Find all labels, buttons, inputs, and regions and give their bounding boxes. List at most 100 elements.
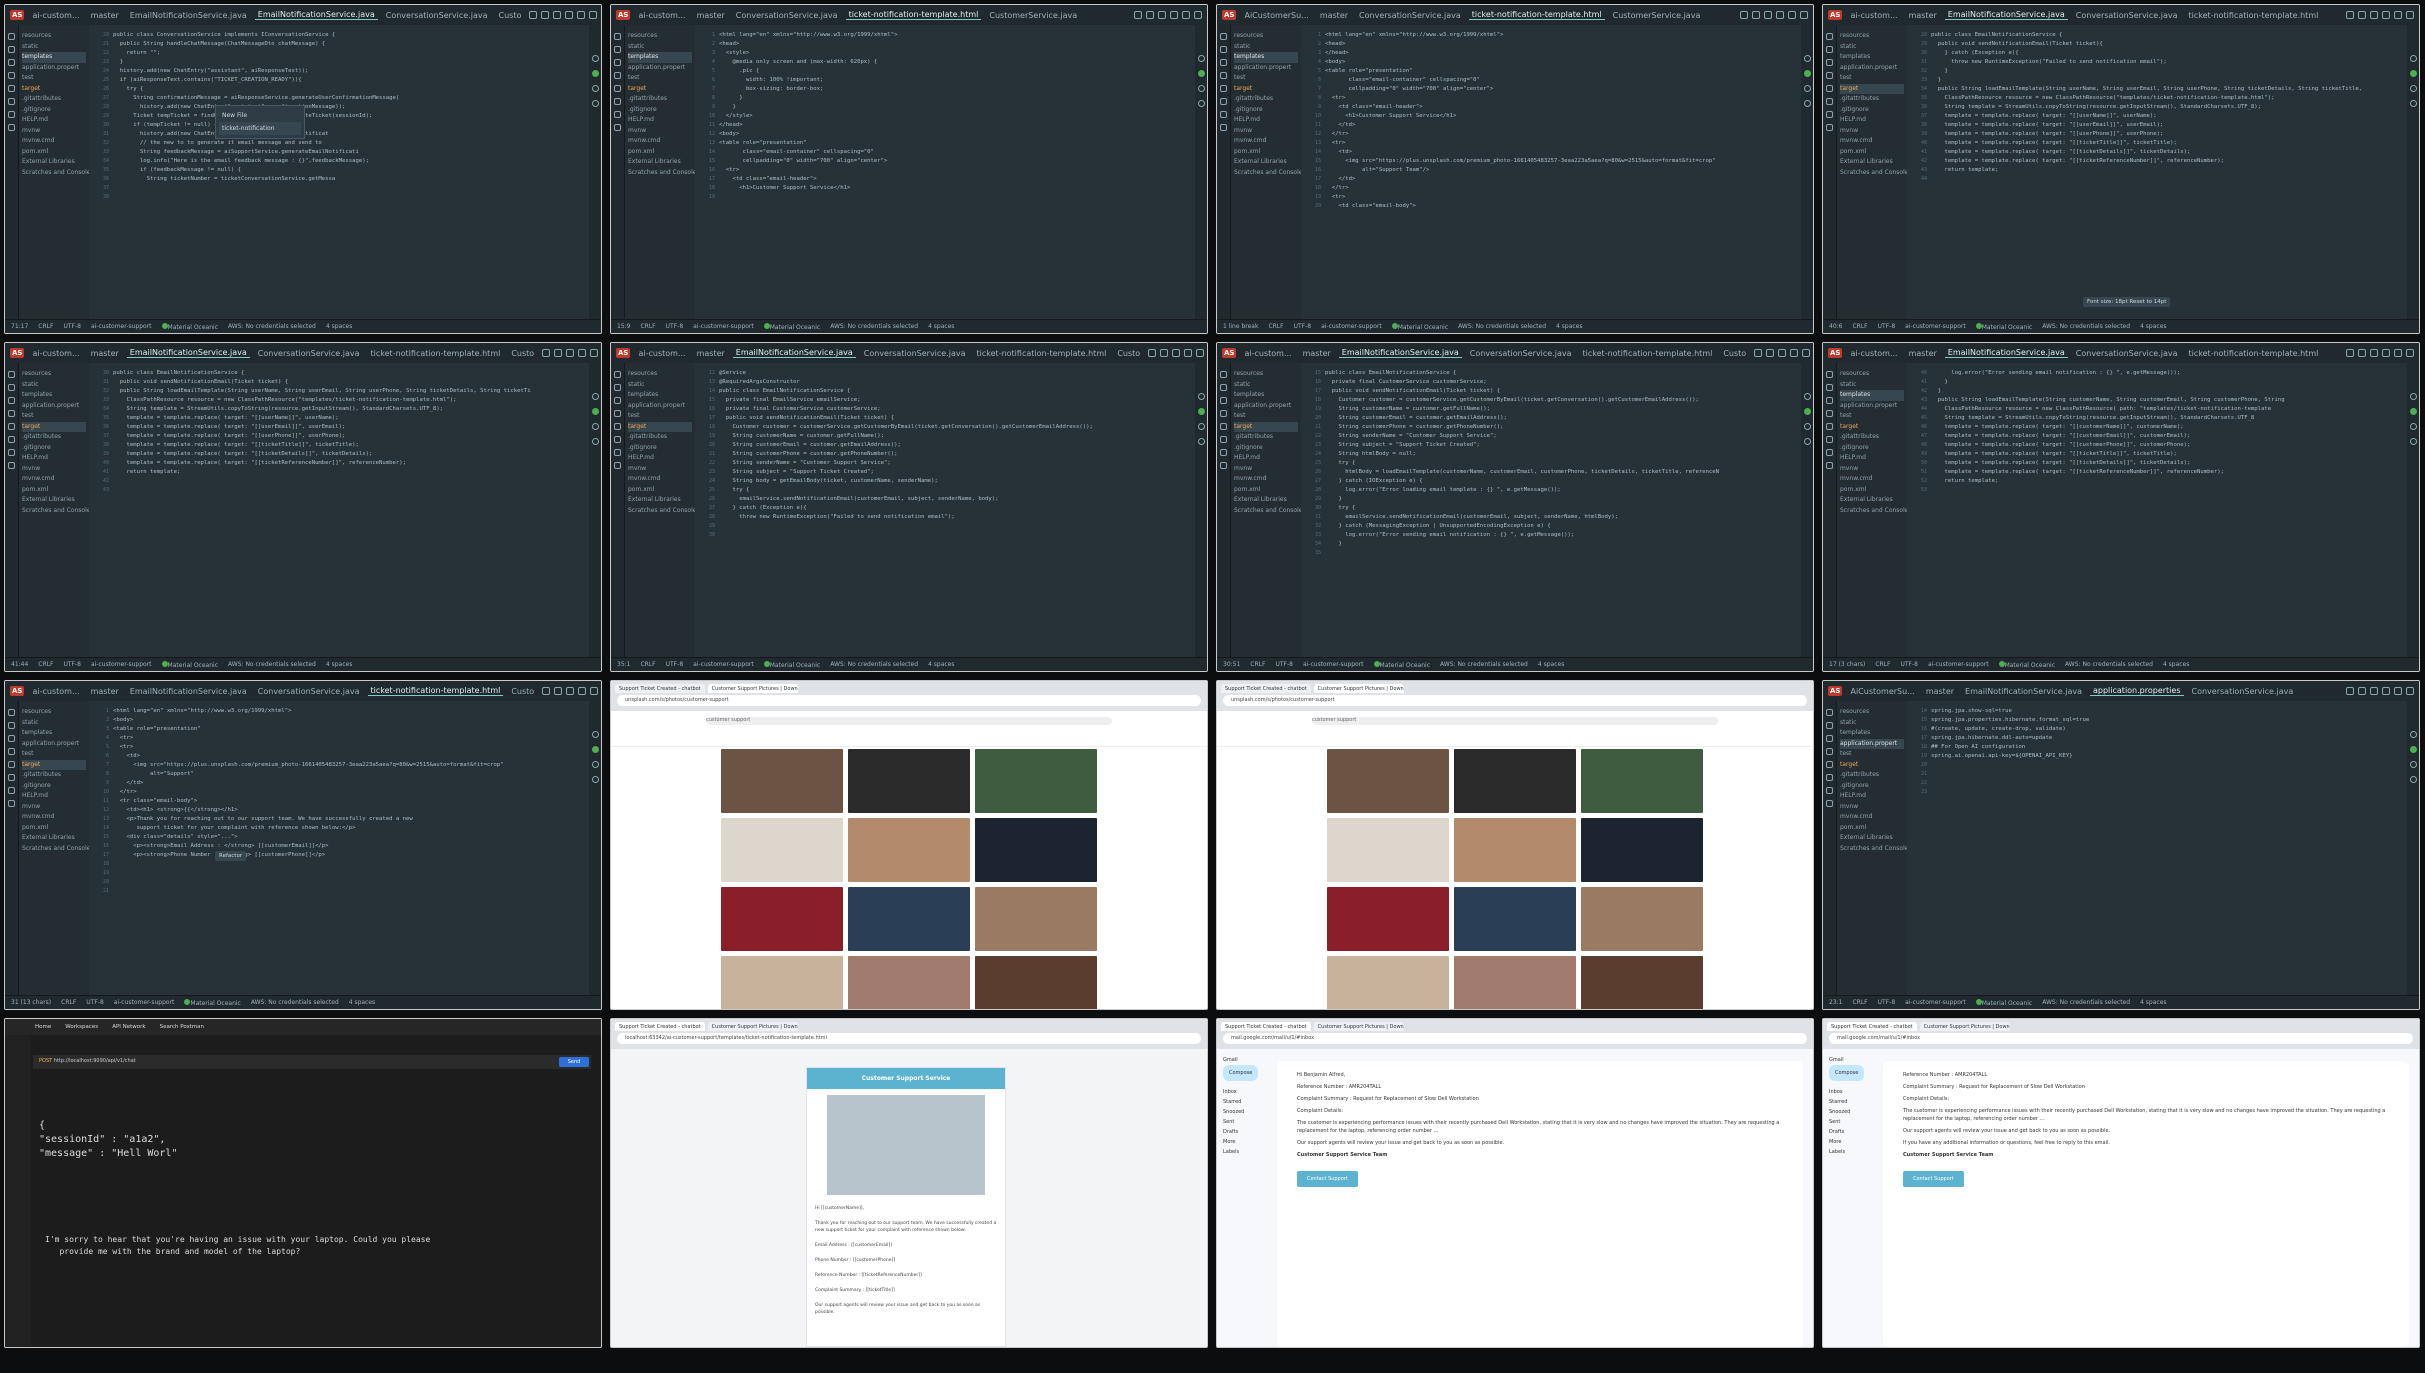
settings-icon[interactable]	[2382, 349, 2390, 357]
tree-item[interactable]: test	[22, 749, 86, 760]
gradle-icon[interactable]	[591, 100, 599, 107]
tree-item[interactable]: resources	[1840, 31, 1904, 42]
run-icon[interactable]	[2346, 349, 2354, 357]
tree-item[interactable]: resources	[1840, 369, 1904, 380]
tree-item[interactable]: templates	[22, 728, 86, 739]
file-encoding[interactable]: UTF-8	[1275, 661, 1293, 668]
structure-icon[interactable]	[1826, 397, 1833, 404]
notifications-icon[interactable]	[1197, 55, 1205, 62]
tree-item[interactable]: .gitignore	[628, 105, 692, 116]
tree-item[interactable]: HELP.md	[1840, 115, 1904, 126]
commit-icon[interactable]	[8, 384, 15, 391]
indent-setting[interactable]: 4 spaces	[1556, 323, 1582, 330]
nav-item[interactable]: Inbox	[1829, 1087, 1877, 1097]
debug-icon[interactable]	[554, 349, 563, 357]
tree-item[interactable]: resources	[1234, 31, 1298, 42]
send-button[interactable]: Send	[559, 1057, 589, 1067]
minimize-icon[interactable]	[2394, 687, 2402, 695]
cursor-position[interactable]: 17 (3 chars)	[1829, 661, 1865, 668]
project-name[interactable]: AiCustomerSu...	[1241, 11, 1311, 20]
project-name[interactable]: AiCustomerSu...	[1847, 687, 1917, 696]
tree-item[interactable]: resources	[628, 369, 692, 380]
contact-support-button[interactable]: Contact Support	[1297, 1171, 1358, 1187]
file-encoding[interactable]: UTF-8	[1900, 661, 1918, 668]
minimize-icon[interactable]	[2394, 11, 2402, 19]
tree-item[interactable]: .gitignore	[1840, 443, 1904, 454]
project-icon[interactable]	[614, 33, 621, 40]
tree-item[interactable]: mvnw.cmd	[1840, 136, 1904, 147]
nav-item[interactable]: Snoozed	[1223, 1107, 1271, 1117]
run-icon[interactable]	[1148, 349, 1157, 357]
project-icon[interactable]	[1826, 371, 1833, 378]
tree-item[interactable]: .gitattributes	[22, 770, 86, 781]
problems-icon[interactable]	[8, 111, 15, 118]
indent-setting[interactable]: 4 spaces	[2140, 323, 2166, 330]
settings-icon[interactable]	[578, 349, 587, 357]
aws-credentials[interactable]: AWS: No credentials selected	[830, 323, 918, 330]
aws-credentials[interactable]: AWS: No credentials selected	[1440, 661, 1528, 668]
tree-item[interactable]: Scratches and Consoles	[22, 168, 89, 179]
stock-photo[interactable]	[1581, 887, 1703, 951]
address-bar[interactable]: unsplash.com/s/photos/customer-support	[617, 695, 1201, 706]
database-icon[interactable]	[2409, 761, 2417, 768]
tree-item[interactable]: mvnw.cmd	[628, 474, 692, 485]
stock-photo[interactable]	[1327, 749, 1449, 813]
commit-icon[interactable]	[614, 46, 621, 53]
debug-icon[interactable]	[554, 687, 563, 695]
tree-item[interactable]: static	[22, 718, 86, 729]
run-icon[interactable]	[8, 761, 15, 768]
structure-icon[interactable]	[1220, 397, 1227, 404]
tree-item[interactable]: mvnw.cmd	[1840, 474, 1904, 485]
line-separator[interactable]: CRLF	[1875, 661, 1890, 668]
tree-item[interactable]: target	[628, 421, 692, 432]
tree-item[interactable]: mvnw.cmd	[628, 136, 692, 147]
code-editor[interactable]: 1 2 3 4 5 6 7 8 9 10 11 12 13 14 15 16 1…	[1301, 25, 1801, 319]
file-encoding[interactable]: UTF-8	[666, 323, 684, 330]
branch-selector[interactable]: master	[88, 11, 122, 20]
ai-assistant-icon[interactable]	[2409, 70, 2417, 77]
request-body[interactable]: { "sessionId" : "a1a2", "message" : "Hel…	[39, 1119, 177, 1161]
aws-credentials[interactable]: AWS: No credentials selected	[228, 323, 316, 330]
project-icon[interactable]	[1220, 33, 1227, 40]
tree-item[interactable]: Scratches and Consoles	[628, 506, 695, 517]
browser-tab[interactable]: Customer Support Pictures | Down...	[1313, 1022, 1404, 1031]
git-icon[interactable]	[614, 124, 621, 131]
tree-item[interactable]: Scratches and Consoles	[1840, 506, 1907, 517]
tree-item[interactable]: resources	[22, 369, 86, 380]
terminal-icon[interactable]	[8, 98, 15, 105]
tree-item[interactable]: .gitattributes	[1840, 432, 1904, 443]
stock-photo[interactable]	[1581, 818, 1703, 882]
aws-icon[interactable]	[1220, 72, 1227, 79]
editor-tab[interactable]: ticket-notification-template.html	[2186, 349, 2322, 358]
tree-item[interactable]: .gitattributes	[628, 94, 692, 105]
tree-item[interactable]: application.propert	[1234, 63, 1298, 74]
settings-icon[interactable]	[1790, 349, 1799, 357]
browser-tab[interactable]: Customer Support Pictures | Down...	[707, 1022, 798, 1031]
problems-icon[interactable]	[614, 449, 621, 456]
search-icon[interactable]	[2370, 349, 2378, 357]
problems-icon[interactable]	[1826, 111, 1833, 118]
debug-icon[interactable]	[1752, 11, 1760, 19]
tree-item[interactable]: HELP.md	[1840, 453, 1904, 464]
project-icon[interactable]	[8, 371, 15, 378]
ai-assistant-icon[interactable]	[1803, 408, 1811, 415]
database-icon[interactable]	[1803, 423, 1811, 430]
aws-credentials[interactable]: AWS: No credentials selected	[2042, 323, 2130, 330]
terminal-icon[interactable]	[1220, 98, 1227, 105]
project-name[interactable]: ai-custom...	[29, 11, 82, 20]
git-icon[interactable]	[1220, 124, 1227, 131]
search-icon[interactable]	[1158, 11, 1166, 19]
file-encoding[interactable]: UTF-8	[1878, 999, 1896, 1006]
project-name[interactable]: ai-custom...	[29, 687, 82, 696]
run-icon[interactable]	[8, 85, 15, 92]
tree-item[interactable]: pom.xml	[1840, 823, 1904, 834]
project-icon[interactable]	[1220, 371, 1227, 378]
tree-item[interactable]: HELP.md	[1840, 791, 1904, 802]
commit-icon[interactable]	[1220, 46, 1227, 53]
address-bar[interactable]: mail.google.com/mail/u/1/#inbox	[1223, 1033, 1807, 1044]
tree-item[interactable]: application.propert	[1840, 738, 1904, 749]
tree-item[interactable]: mvnw	[628, 126, 692, 137]
structure-icon[interactable]	[614, 59, 621, 66]
database-icon[interactable]	[591, 423, 599, 430]
stock-photo[interactable]	[975, 887, 1097, 951]
